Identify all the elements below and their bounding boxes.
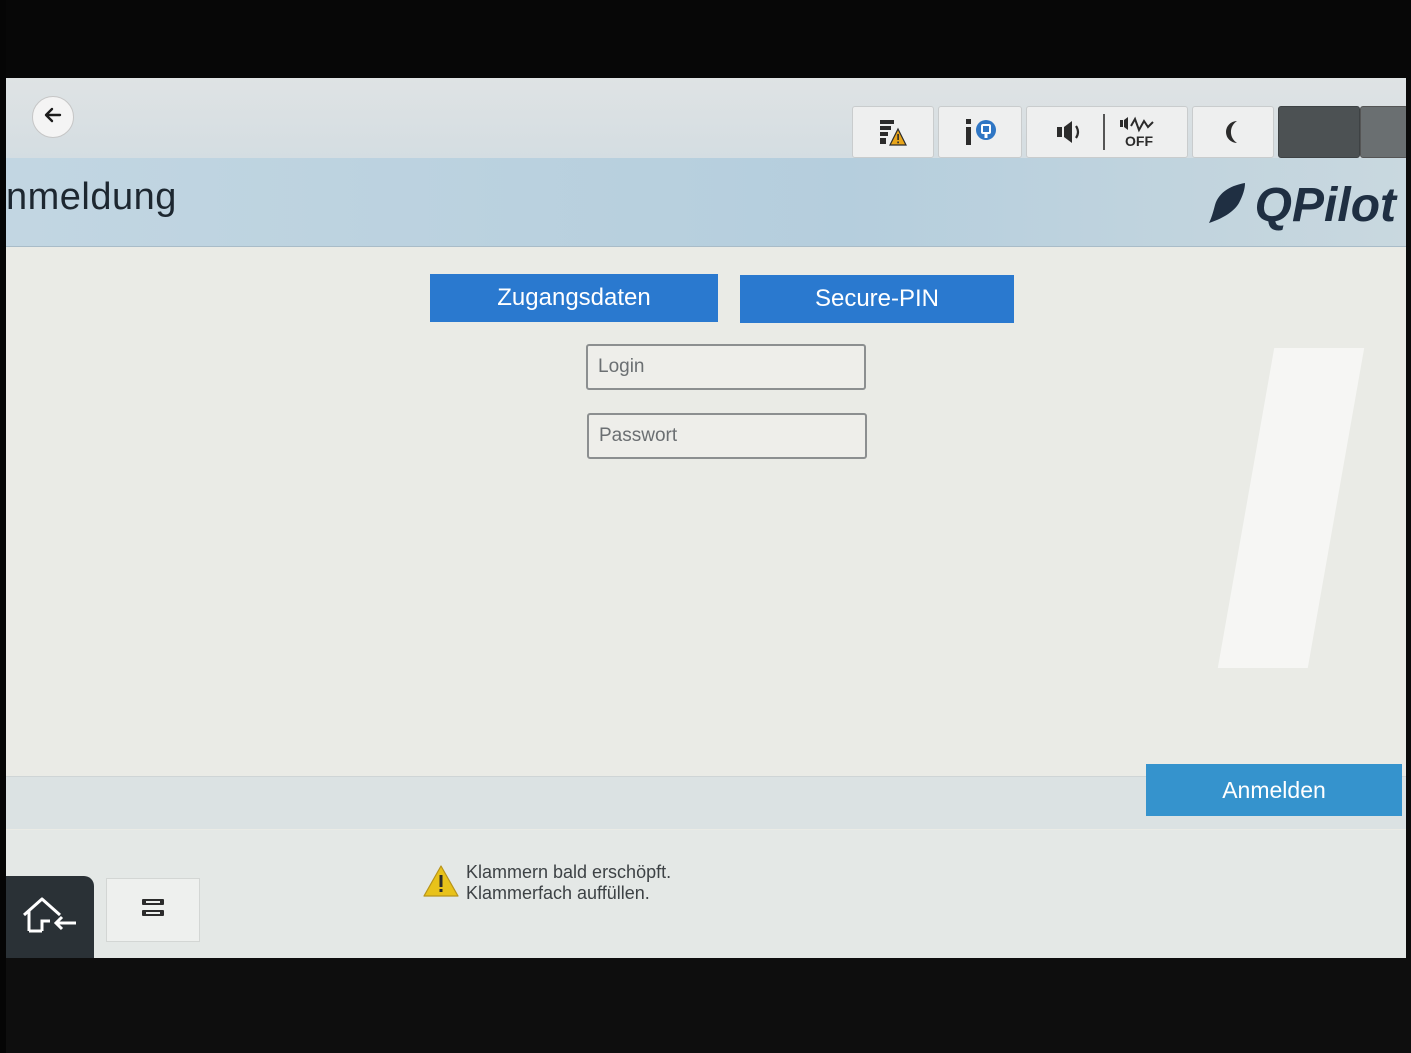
toolbar-extra-button[interactable] bbox=[1278, 106, 1360, 158]
page-title: nmeldung bbox=[6, 176, 177, 218]
brand-logo: QPilot bbox=[1207, 178, 1396, 233]
home-icon bbox=[20, 893, 80, 942]
warning-icon bbox=[422, 864, 460, 903]
bottom-bar bbox=[6, 830, 1406, 958]
title-bar: nmeldung QPilot bbox=[6, 158, 1406, 247]
anmelden-button[interactable]: Anmelden bbox=[1146, 764, 1402, 816]
login-field[interactable] bbox=[586, 344, 866, 390]
device-bezel-left bbox=[0, 0, 6, 1053]
brand-leaf-icon bbox=[1207, 181, 1247, 230]
tab-zugangsdaten[interactable]: Zugangsdaten bbox=[430, 274, 718, 322]
tab-secure-pin[interactable]: Secure-PIN bbox=[740, 275, 1014, 323]
status-line-1: Klammern bald erschöpft. bbox=[466, 862, 672, 882]
sound-settings-button[interactable]: OFF bbox=[1026, 106, 1188, 158]
sleep-mode-button[interactable] bbox=[1192, 106, 1274, 158]
supplies-warning-icon bbox=[876, 117, 910, 147]
toolbar-divider bbox=[1103, 114, 1105, 150]
status-line-2: Klammerfach auffüllen. bbox=[466, 883, 650, 903]
device-bezel-top bbox=[0, 0, 1411, 80]
home-button[interactable] bbox=[6, 876, 94, 958]
quiet-mode-off-icon: OFF bbox=[1119, 116, 1159, 148]
sleep-moon-icon bbox=[1218, 117, 1248, 147]
job-list-button[interactable] bbox=[106, 878, 200, 942]
password-field[interactable] bbox=[587, 413, 867, 459]
volume-icon bbox=[1055, 118, 1089, 146]
screen-glare bbox=[1217, 348, 1365, 668]
brand-name: QPilot bbox=[1254, 179, 1396, 232]
quiet-mode-label: OFF bbox=[1125, 133, 1153, 149]
back-arrow-icon bbox=[42, 104, 64, 131]
top-toolbar: OFF bbox=[6, 78, 1406, 158]
status-text: Klammern bald erschöpft. Klammerfach auf… bbox=[466, 862, 671, 904]
touch-screen: OFF nmeldung QPilot Zugangsdaten Secure-… bbox=[6, 78, 1406, 958]
device-bezel-bottom bbox=[0, 950, 1411, 1053]
device-info-icon bbox=[960, 115, 1000, 149]
toolbar-extra-button-2[interactable] bbox=[1360, 106, 1406, 158]
job-list-icon bbox=[140, 896, 166, 925]
supplies-status-button[interactable] bbox=[852, 106, 934, 158]
device-info-button[interactable] bbox=[938, 106, 1022, 158]
status-message: Klammern bald erschöpft. Klammerfach auf… bbox=[422, 862, 671, 904]
back-button[interactable] bbox=[32, 96, 74, 138]
